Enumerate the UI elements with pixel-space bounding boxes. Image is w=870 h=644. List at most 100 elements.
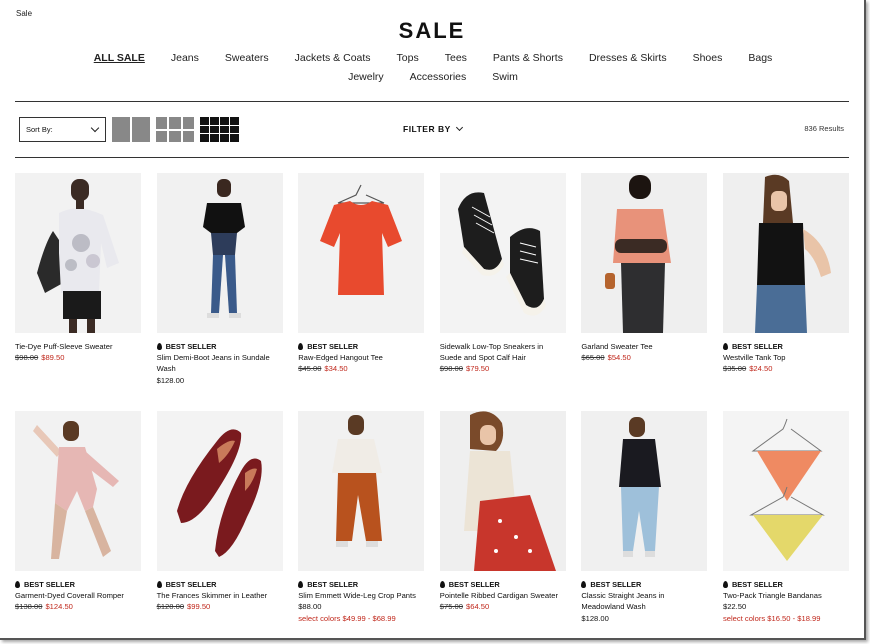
original-price: $65.00 [581,353,605,363]
best-seller-badge: BEST SELLER [722,579,849,590]
sale-price: $54.50 [607,353,631,363]
product-name[interactable]: Sidewalk Low-Top Sneakers in Suede and S… [440,341,566,363]
sort-label: Sort By: [26,125,53,134]
best-seller-badge: BEST SELLER [156,341,283,352]
product-card[interactable]: Tie-Dye Puff-Sleeve Sweater $98.00 $89.50 [15,173,141,386]
nav-tees[interactable]: Tees [445,52,467,64]
product-card[interactable]: BEST SELLER Westville Tank Top $35.00 $24… [722,173,849,386]
product-name[interactable]: Slim Demi-Boot Jeans in Sundale Wash [157,352,283,374]
grid-2-view-icon[interactable] [112,117,150,142]
product-card[interactable]: BEST SELLER Slim Emmett Wide-Leg Crop Pa… [298,411,425,624]
product-name[interactable]: Two-Pack Triangle Bandanas [723,590,849,601]
filter-label: FILTER BY [403,124,451,134]
product-card[interactable]: BEST SELLER Raw-Edged Hangout Tee $45.00… [298,173,425,386]
product-name[interactable]: The Frances Skimmer in Leather [157,590,283,601]
product-image[interactable] [581,173,708,333]
nav-sweaters[interactable]: Sweaters [225,52,269,64]
chevron-down-icon [90,123,100,133]
nav-all-sale[interactable]: ALL SALE [94,52,145,64]
original-price: $138.00 [15,602,43,612]
product-image[interactable] [439,173,566,333]
product-card[interactable]: BEST SELLER Two-Pack Triangle Bandanas $… [722,411,849,624]
product-image[interactable] [581,411,708,571]
page-title: SALE [398,18,466,43]
category-nav-row-2: Jewelry Accessories Swim [0,71,864,83]
flame-icon [156,581,162,588]
sale-price: $99.50 [187,602,211,612]
original-price: $98.00 [439,364,464,374]
price: $128.00 [581,613,609,623]
product-name[interactable]: Garment-Dyed Coverall Romper [15,590,141,601]
best-seller-badge: BEST SELLER [156,579,283,590]
best-seller-badge: BEST SELLER [581,579,707,590]
nav-tops[interactable]: Tops [397,52,419,64]
nav-accessories[interactable]: Accessories [410,71,467,83]
product-card[interactable]: Sidewalk Low-Top Sneakers in Suede and S… [439,173,566,386]
best-seller-badge: BEST SELLER [15,579,141,590]
product-row-1: Tie-Dye Puff-Sleeve Sweater $98.00 $89.50… [15,173,855,386]
price: $128.00 [156,375,185,385]
product-name[interactable]: Westville Tank Top [723,352,849,363]
nav-swim[interactable]: Swim [492,71,518,83]
best-seller-badge: BEST SELLER [298,579,424,590]
nav-jackets-coats[interactable]: Jackets & Coats [295,52,371,64]
page-frame: Sale SALE ALL SALE Jeans Sweaters Jacket… [0,0,866,640]
flame-icon [298,581,304,588]
product-name[interactable]: Tie-Dye Puff-Sleeve Sweater [15,341,141,352]
best-seller-badge: BEST SELLER [298,341,424,352]
product-image[interactable] [15,411,141,571]
product-name[interactable]: Slim Emmett Wide-Leg Crop Pants [298,590,424,601]
sort-dropdown[interactable]: Sort By: [19,117,106,142]
sale-price: $124.50 [45,602,73,612]
product-image[interactable] [156,411,283,571]
breadcrumb[interactable]: Sale [16,9,32,18]
flame-icon [722,581,728,588]
product-image[interactable] [298,173,425,333]
chevron-down-icon [455,123,463,132]
sale-price: $34.50 [324,364,348,374]
sale-price: $79.50 [466,364,490,374]
select-colors-link[interactable]: select colors $49.99 - $68.99 [298,613,424,624]
product-image[interactable] [15,173,141,333]
nav-shoes[interactable]: Shoes [693,52,723,64]
product-name[interactable]: Pointelle Ribbed Cardigan Sweater [440,590,566,601]
product-image[interactable] [439,411,566,571]
nav-dresses-skirts[interactable]: Dresses & Skirts [589,52,667,64]
nav-jewelry[interactable]: Jewelry [348,71,384,83]
product-image[interactable] [722,411,849,571]
flame-icon [298,343,304,350]
product-image[interactable] [722,173,849,333]
product-card[interactable]: BEST SELLER Classic Straight Jeans in Me… [581,411,708,624]
price: $22.50 [722,602,747,612]
product-card[interactable]: BEST SELLER The Frances Skimmer in Leath… [156,411,283,624]
grid-3-view-icon[interactable] [156,117,194,142]
nav-bags[interactable]: Bags [748,52,772,64]
category-nav-row-1: ALL SALE Jeans Sweaters Jackets & Coats … [0,52,864,64]
flame-icon [156,343,162,350]
sale-price: $24.50 [749,364,773,374]
original-price: $45.00 [298,364,322,374]
grid-4-view-icon[interactable] [200,117,239,142]
original-price: $98.00 [15,353,39,363]
nav-pants-shorts[interactable]: Pants & Shorts [493,52,563,64]
product-card[interactable]: Garland Sweater Tee $65.00 $54.50 [581,173,708,386]
flame-icon [581,581,587,588]
product-name[interactable]: Raw-Edged Hangout Tee [298,352,424,363]
product-name[interactable]: Classic Straight Jeans in Meadowland Was… [581,590,707,612]
sale-price: $64.50 [466,602,490,612]
product-card[interactable]: BEST SELLER Slim Demi-Boot Jeans in Sund… [156,173,283,386]
original-price: $128.00 [156,602,185,612]
nav-jeans[interactable]: Jeans [171,52,199,64]
filter-button[interactable]: FILTER BY [403,123,463,134]
product-card[interactable]: BEST SELLER Garment-Dyed Coverall Romper… [15,411,141,624]
product-image[interactable] [298,411,425,571]
product-name[interactable]: Garland Sweater Tee [581,341,707,352]
sale-price: $89.50 [41,353,65,363]
best-seller-badge: BEST SELLER [439,579,566,590]
product-image[interactable] [156,173,283,333]
flame-icon [439,581,445,588]
flame-icon [15,581,20,588]
product-card[interactable]: BEST SELLER Pointelle Ribbed Cardigan Sw… [439,411,566,624]
select-colors-link[interactable]: select colors $16.50 - $18.99 [723,613,849,624]
divider-toolbar [15,157,849,158]
